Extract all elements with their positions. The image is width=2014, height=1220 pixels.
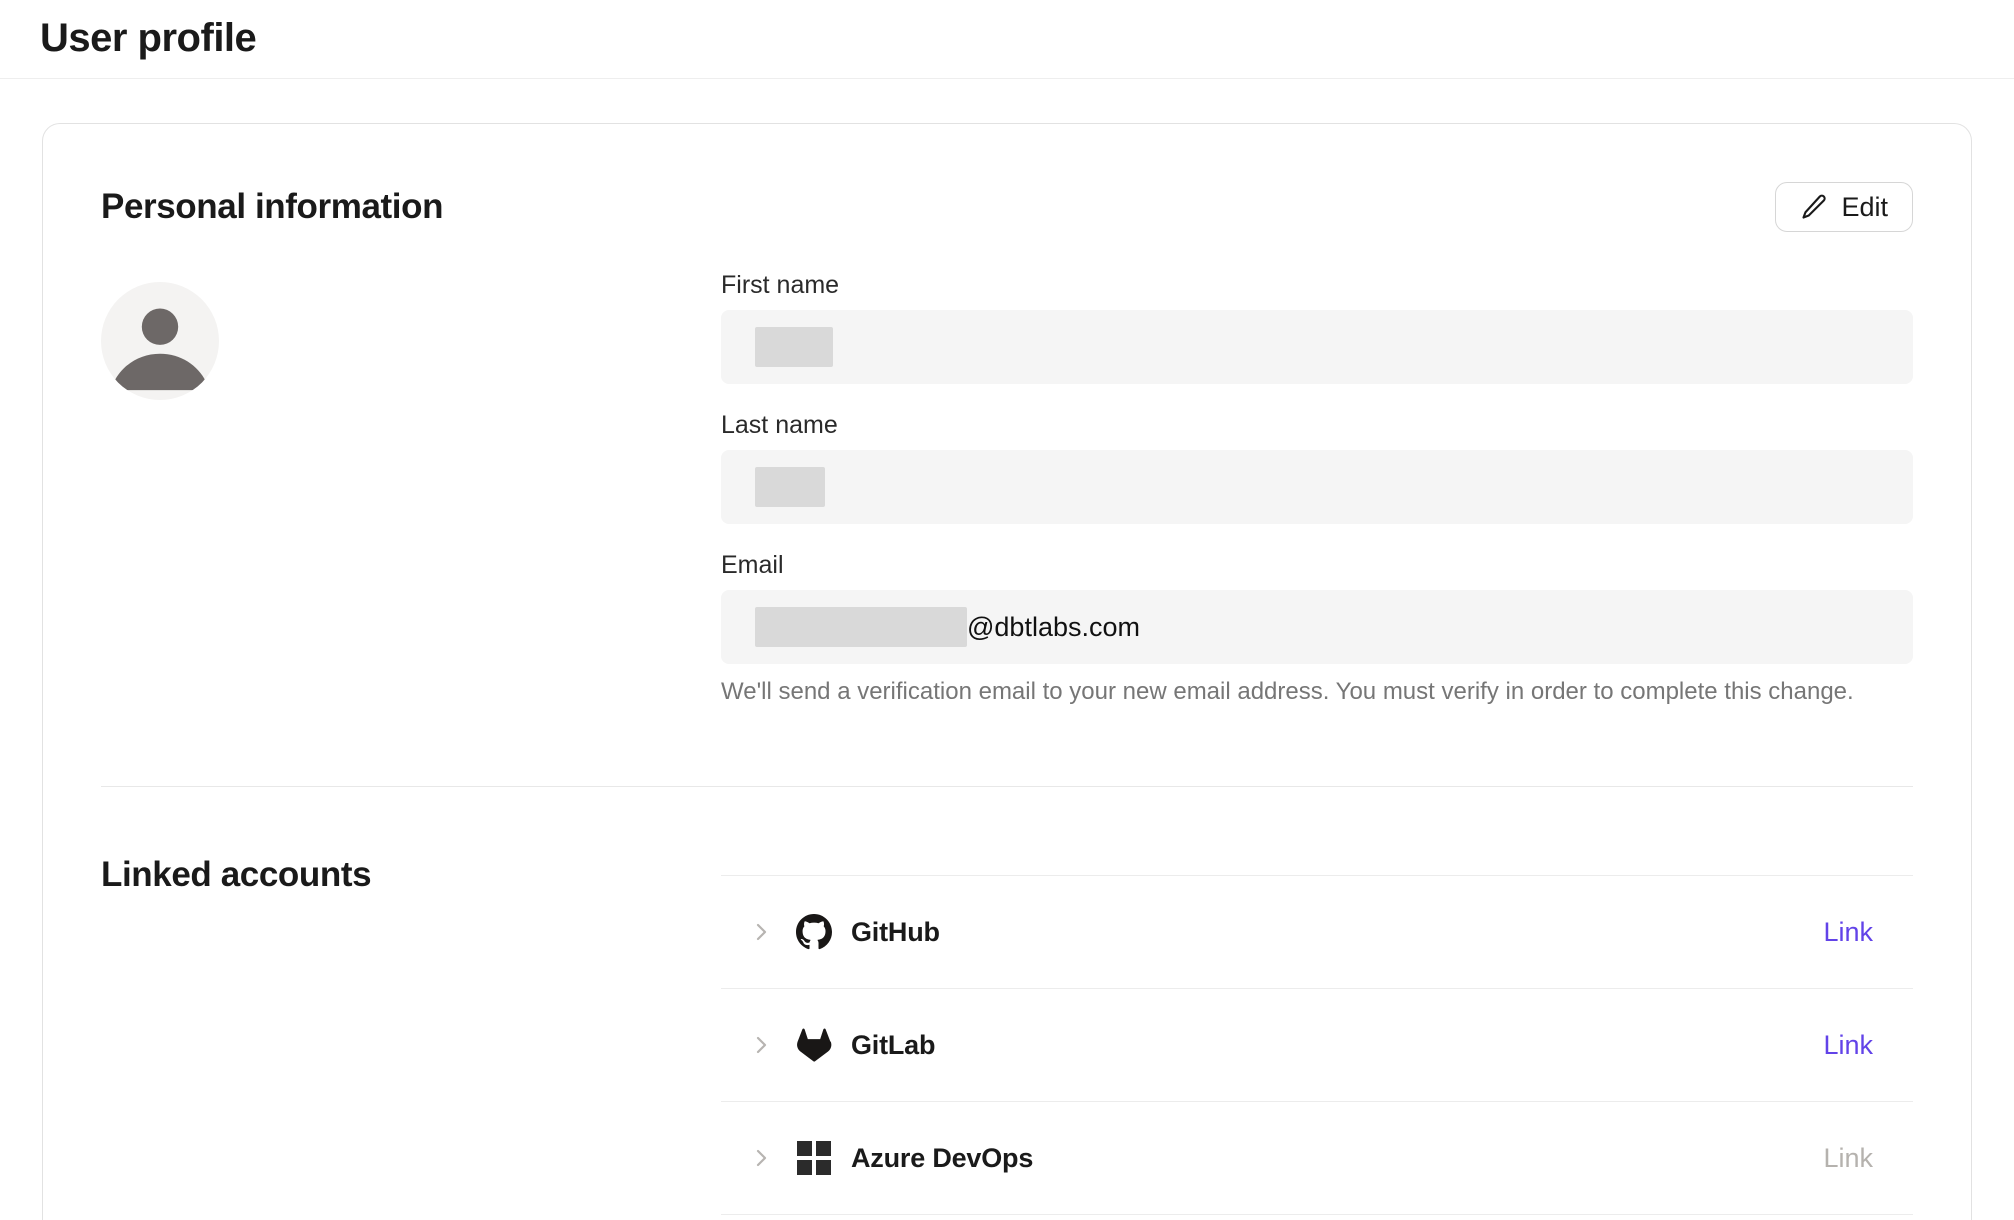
last-name-label: Last name bbox=[721, 410, 1913, 440]
avatar[interactable] bbox=[101, 282, 219, 400]
last-name-input[interactable] bbox=[721, 450, 1913, 524]
page-title: User profile bbox=[40, 12, 2014, 64]
page-header: User profile bbox=[0, 0, 2014, 79]
azure-devops-icon bbox=[795, 1139, 833, 1177]
linked-accounts-section: Linked accounts GitHub bbox=[101, 787, 1913, 1215]
first-name-input[interactable] bbox=[721, 310, 1913, 384]
email-input[interactable]: @dbtlabs.com bbox=[721, 590, 1913, 664]
edit-button-label: Edit bbox=[1841, 192, 1888, 223]
personal-info-body: First name Last name Email @dbtlabs. bbox=[101, 270, 1913, 708]
redacted-first-name-value bbox=[755, 327, 833, 367]
redacted-last-name-value bbox=[755, 467, 825, 507]
personal-info-title: Personal information bbox=[101, 185, 443, 229]
avatar-column bbox=[101, 270, 721, 708]
profile-card: Personal information Edit bbox=[42, 123, 1972, 1220]
github-link-action[interactable]: Link bbox=[1823, 917, 1873, 948]
first-name-field: First name bbox=[721, 270, 1913, 384]
account-row-github[interactable]: GitHub Link bbox=[721, 876, 1913, 989]
edit-button[interactable]: Edit bbox=[1775, 182, 1913, 232]
email-domain-suffix: @dbtlabs.com bbox=[967, 612, 1140, 643]
email-field: Email @dbtlabs.com We'll send a verifica… bbox=[721, 550, 1913, 708]
linked-accounts-list: GitHub Link GitLab bbox=[721, 875, 1913, 1215]
account-name: GitHub bbox=[851, 917, 940, 948]
chevron-right-icon[interactable] bbox=[749, 1033, 773, 1057]
personal-fields: First name Last name Email @dbtlabs. bbox=[721, 270, 1913, 708]
github-icon bbox=[795, 913, 833, 951]
account-name: Azure DevOps bbox=[851, 1143, 1033, 1174]
account-name: GitLab bbox=[851, 1030, 935, 1061]
chevron-right-icon[interactable] bbox=[749, 1146, 773, 1170]
azure-devops-link-action: Link bbox=[1823, 1143, 1873, 1174]
chevron-right-icon[interactable] bbox=[749, 920, 773, 944]
personal-info-header: Personal information Edit bbox=[101, 182, 1913, 232]
email-helper-text: We'll send a verification email to your … bbox=[721, 676, 1913, 708]
account-row-gitlab[interactable]: GitLab Link bbox=[721, 989, 1913, 1102]
gitlab-link-action[interactable]: Link bbox=[1823, 1030, 1873, 1061]
last-name-field: Last name bbox=[721, 410, 1913, 524]
first-name-label: First name bbox=[721, 270, 1913, 300]
pencil-icon bbox=[1800, 193, 1828, 221]
linked-accounts-title: Linked accounts bbox=[101, 853, 721, 897]
person-silhouette-icon bbox=[101, 282, 219, 400]
account-row-azure-devops[interactable]: Azure DevOps Link bbox=[721, 1102, 1913, 1215]
linked-accounts-title-column: Linked accounts bbox=[101, 787, 721, 1215]
email-label: Email bbox=[721, 550, 1913, 580]
main-content: Personal information Edit bbox=[0, 79, 2014, 1220]
gitlab-icon bbox=[795, 1026, 833, 1064]
redacted-email-local-part bbox=[755, 607, 967, 647]
